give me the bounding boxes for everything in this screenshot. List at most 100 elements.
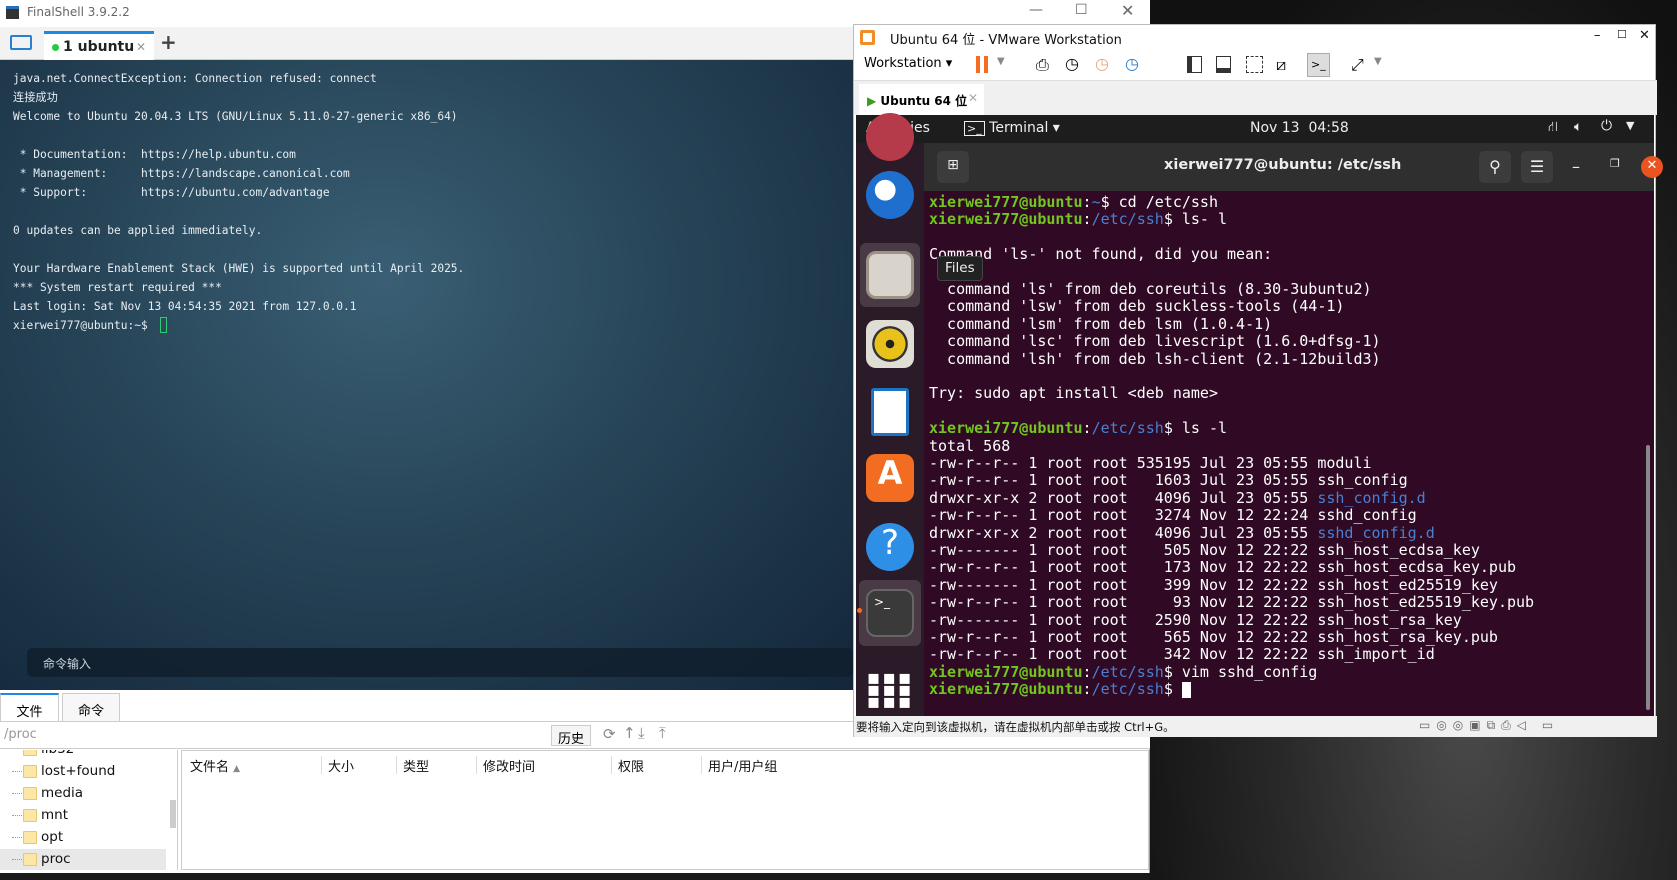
tree-item-label: lost+found — [41, 763, 116, 779]
revert-snapshot-icon[interactable]: ◷ — [1095, 54, 1109, 73]
clock[interactable]: Nov 13 04:58 — [1250, 120, 1349, 136]
rhythmbox-icon[interactable] — [866, 320, 914, 368]
column-header[interactable]: 修改时间 — [476, 756, 535, 775]
snapshot-manager-icon[interactable]: ◷ — [1125, 54, 1139, 73]
network-icon[interactable]: ⛙ — [1548, 119, 1558, 137]
prompt-path: /etc/ssh — [1091, 662, 1164, 681]
window-title: FinalShell 3.9.2.2 — [27, 5, 130, 19]
gnome-top-bar: Activities >_ Terminal ▾ Nov 13 04:58 ⛙ … — [856, 115, 1654, 143]
maximize-button[interactable]: ☐ — [1617, 28, 1627, 41]
close-button[interactable]: ✕ — [1121, 1, 1134, 20]
tab-commands[interactable]: 命令 — [62, 693, 120, 722]
tab-files[interactable]: 文件 — [0, 693, 59, 722]
column-header[interactable]: 权限 — [611, 756, 645, 775]
terminal-line: command 'lsw' from deb suckless-tools (4… — [929, 298, 1344, 315]
minimize-button[interactable]: — — [1029, 2, 1043, 18]
maximize-button[interactable]: ❐ — [1610, 157, 1620, 170]
ssh-terminal[interactable]: java.net.ConnectException: Connection re… — [0, 60, 853, 690]
tab-label: 1 ubuntu — [63, 39, 135, 55]
minimize-button[interactable]: – — [1594, 28, 1601, 43]
send-keys-icon[interactable]: ⎙ — [1036, 55, 1049, 75]
menu-button[interactable]: ☰ — [1521, 151, 1553, 183]
files-icon[interactable] — [866, 251, 914, 299]
sidebar-view-icon[interactable] — [1187, 56, 1202, 73]
terminal-line: xierwei777@ubuntu:~$ — [13, 319, 155, 332]
line-text: -rw-r--r-- 1 root root 93 Nov 12 22:22 s… — [929, 593, 1535, 612]
close-button[interactable]: ✕ — [1639, 28, 1650, 43]
vm-running-icon: ▶ — [867, 94, 877, 108]
terminal-line: Welcome to Ubuntu 20.04.3 LTS (GNU/Linux… — [13, 110, 458, 123]
show-applications-icon[interactable]: ▪▪▪ ▪▪▪ ▪▪▪ — [866, 665, 914, 713]
dropdown-icon[interactable]: ▼ — [1374, 56, 1382, 67]
search-button[interactable]: ⚲ — [1479, 151, 1511, 183]
system-menu-arrow-icon[interactable]: ▼ — [1626, 119, 1634, 132]
snapshot-icon[interactable]: ◷ — [1065, 54, 1079, 73]
libreoffice-writer-icon[interactable] — [871, 388, 909, 436]
directory-tree[interactable]: lib32 lost+found media mnt opt proc — [0, 750, 178, 870]
power-icon[interactable]: ⏻ — [1601, 118, 1612, 134]
thunderbird-icon[interactable] — [866, 171, 914, 219]
history-button[interactable]: 历史 — [551, 725, 591, 747]
title-bar: FinalShell 3.9.2.2 — ☐ ✕ — [0, 0, 1150, 27]
tab-ubuntu-vm[interactable]: ▶ Ubuntu 64 位 ✕ — [859, 84, 984, 115]
column-header[interactable]: 用户/用户组 — [701, 756, 777, 775]
up-dir-icon[interactable]: ↑ — [623, 724, 636, 742]
terminal-scrollbar[interactable] — [1646, 445, 1650, 710]
ubuntu-software-icon[interactable]: A — [866, 454, 914, 502]
firefox-icon[interactable] — [866, 113, 914, 161]
tree-item[interactable]: lib32 — [0, 750, 166, 761]
column-header[interactable]: 文件名 ▲ — [184, 756, 240, 775]
upload-icon[interactable]: ⤒ — [659, 724, 666, 742]
tree-item[interactable]: media — [0, 783, 166, 805]
terminal-line: xierwei777@ubuntu:/etc/ssh$ — [929, 680, 1191, 698]
pause-icon[interactable] — [976, 56, 988, 73]
device-icons[interactable]: ▭◎◎▣⧉⎙◁ ▭ — [1419, 718, 1559, 733]
tree-item[interactable]: opt — [0, 827, 166, 849]
terminal-line: total 568 — [929, 437, 1010, 455]
app-icon — [6, 6, 19, 19]
folder-icon — [23, 809, 37, 822]
column-header[interactable]: 大小 — [321, 756, 354, 775]
tree-item-label: mnt — [41, 807, 68, 823]
tree-item[interactable]: mnt — [0, 805, 166, 827]
maximize-button[interactable]: ☐ — [1075, 2, 1088, 18]
tree-item[interactable]: lost+found — [0, 761, 166, 783]
tree-scrollbar[interactable] — [170, 800, 176, 828]
vm-tab-bar: ▶ Ubuntu 64 位 ✕ — [854, 81, 1657, 115]
dropdown-icon[interactable]: ▼ — [997, 56, 1005, 67]
path-input[interactable]: /proc — [4, 727, 544, 742]
fullscreen-icon[interactable] — [1246, 56, 1263, 73]
add-tab-button[interactable]: + — [160, 30, 177, 54]
close-tab-icon[interactable]: ✕ — [136, 40, 146, 54]
minimize-button[interactable]: – — [1572, 157, 1580, 176]
volume-icon[interactable]: 🔈︎ — [1574, 119, 1582, 135]
vmware-window: Ubuntu 64 位 - VMware Workstation – ☐ ✕ W… — [853, 24, 1663, 737]
line-text: command 'lsm' from deb lsm (1.0.4-1) — [929, 314, 1273, 333]
folder-open-icon[interactable] — [10, 35, 32, 50]
help-icon[interactable]: ? — [866, 523, 914, 571]
command-input[interactable]: 命令输入 — [27, 648, 853, 677]
tab-ubuntu[interactable]: 1 ubuntu ✕ — [44, 31, 154, 60]
console-view-icon[interactable]: >_ — [1307, 53, 1330, 77]
column-label: 权限 — [618, 760, 645, 775]
unity-icon[interactable]: ⧄ — [1276, 55, 1286, 75]
file-table[interactable]: 文件名 ▲ 大小 类型 修改时间 权限 用户/用户组 — [181, 750, 1149, 870]
refresh-icon[interactable]: ⟳ — [603, 725, 616, 743]
close-button[interactable]: ✕ — [1641, 156, 1663, 178]
terminal-icon[interactable]: >_ — [866, 589, 914, 637]
stretch-icon[interactable]: ⤢ — [1351, 55, 1364, 75]
terminal-app-menu[interactable]: >_ Terminal ▾ — [964, 120, 1060, 136]
new-tab-button[interactable]: ⊞ — [937, 151, 969, 183]
terminal-line: Try: sudo apt install <deb name> — [929, 385, 1218, 402]
close-tab-icon[interactable]: ✕ — [968, 91, 978, 105]
download-icon[interactable]: ⤓ — [638, 724, 645, 742]
terminal-line: java.net.ConnectException: Connection re… — [13, 72, 377, 85]
ubuntu-terminal[interactable]: xierwei777@ubuntu:~$ cd /etc/ssh xierwei7… — [924, 191, 1654, 716]
terminal-line: -rw-r--r-- 1 root root 1603 Jul 23 05:55… — [929, 472, 1408, 489]
tree-item[interactable]: proc — [0, 849, 166, 870]
line-text: -rw-r--r-- 1 root root 3274 Nov 12 22:24… — [929, 506, 1417, 525]
thumbnail-view-icon[interactable] — [1216, 56, 1231, 73]
workstation-menu[interactable]: Workstation ▾ — [864, 56, 952, 71]
tree-item-label: opt — [41, 829, 64, 845]
column-header[interactable]: 类型 — [396, 756, 429, 775]
